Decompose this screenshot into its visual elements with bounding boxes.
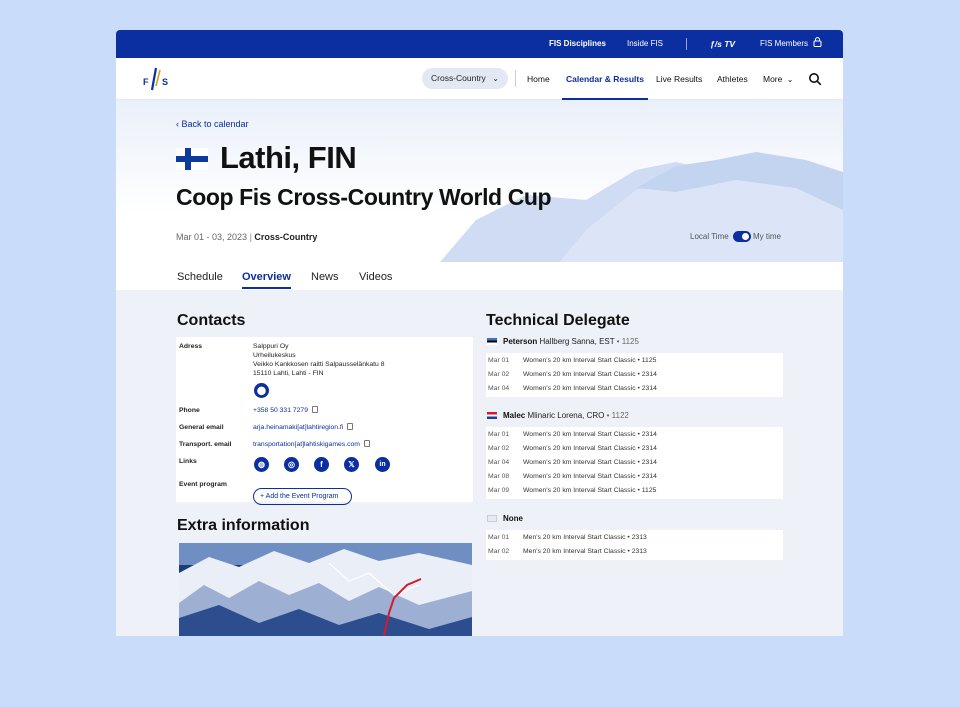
table-row: Mar 04 Women's 20 km Interval Start Class…: [488, 459, 657, 466]
transport-email-label: Transport. email: [179, 441, 232, 448]
back-to-calendar-link[interactable]: ‹ Back to calendar: [176, 119, 249, 129]
table-row: Mar 02 Women's 20 km Interval Start Class…: [488, 445, 657, 452]
svg-text:F: F: [143, 77, 149, 87]
chevron-down-icon: ⌄: [786, 75, 794, 84]
nav-more[interactable]: More ⌄: [763, 58, 793, 100]
event-program-label: Event program: [179, 481, 227, 488]
table-row: Mar 01 Women's 20 km Interval Start Class…: [488, 431, 657, 438]
main-nav: F S Cross-Country ⌄ Home Calendar & Resu…: [116, 58, 843, 100]
tab-news[interactable]: News: [311, 271, 339, 283]
delegate-peterson-table: Mar 01 Women's 20 km Interval Start Class…: [486, 353, 783, 397]
globe-icon[interactable]: ◍: [254, 457, 269, 472]
top-bar: FIS Disciplines Inside FIS ƒ/s TV FIS Me…: [116, 30, 843, 58]
tabs-bar: [116, 262, 843, 290]
event-title: Coop Fis Cross-Country World Cup: [176, 184, 552, 210]
general-email-label: General email: [179, 424, 224, 431]
add-event-program-button[interactable]: + Add the Event Program: [253, 488, 352, 505]
address-value: Salppuri Oy Urheilukeskus Veikko Kankkos…: [253, 343, 385, 377]
links-label: Links: [179, 458, 197, 465]
copy-icon[interactable]: [363, 440, 370, 447]
transport-email-value[interactable]: transportation[at]lahtiskigames.com: [253, 440, 370, 449]
inside-fis-link[interactable]: Inside FIS: [627, 30, 663, 58]
browser-window: FIS Disciplines Inside FIS ƒ/s TV FIS Me…: [116, 30, 843, 636]
chevron-down-icon: ⌄: [492, 74, 499, 83]
delegate-malec-table: Mar 01 Women's 20 km Interval Start Class…: [486, 427, 783, 499]
table-row: Mar 01 Men's 20 km Interval Start Classic…: [488, 534, 647, 541]
nav-live-results[interactable]: Live Results: [656, 58, 702, 100]
nav-home[interactable]: Home: [527, 58, 550, 100]
time-toggle[interactable]: [733, 231, 751, 242]
table-row: Mar 09 Women's 20 km Interval Start Class…: [488, 487, 657, 494]
tab-overview[interactable]: Overview: [242, 271, 291, 289]
x-icon[interactable]: 𝕏: [344, 457, 359, 472]
delegate-none: None: [487, 514, 523, 523]
fis-tv-link[interactable]: ƒ/s TV: [710, 30, 735, 58]
nav-divider: [515, 70, 516, 87]
croatia-flag-icon: [487, 412, 497, 419]
event-dates: Mar 01 - 03, 2023 | Cross-Country: [176, 232, 318, 242]
table-row: Mar 04 Women's 20 km Interval Start Class…: [488, 385, 657, 392]
delegate-none-table: Mar 01 Men's 20 km Interval Start Classic…: [486, 530, 783, 560]
map-pin-icon[interactable]: ⬤: [254, 383, 269, 398]
fis-members-link[interactable]: FIS Members: [760, 30, 822, 58]
nav-athletes[interactable]: Athletes: [717, 58, 748, 100]
my-time-label: My time: [753, 232, 781, 241]
local-time-label: Local Time: [690, 232, 729, 241]
technical-delegate-heading: Technical Delegate: [486, 312, 630, 329]
fis-tv-logo-icon: ƒ/s: [710, 39, 725, 49]
search-icon[interactable]: [808, 72, 822, 86]
instagram-icon[interactable]: ◎: [284, 457, 299, 472]
lock-icon: [813, 37, 822, 47]
fis-logo[interactable]: F S: [142, 66, 170, 92]
nav-calendar-results[interactable]: Calendar & Results: [562, 58, 648, 100]
placeholder-flag-icon: [487, 515, 497, 522]
estonia-flag-icon: [487, 338, 497, 345]
copy-icon[interactable]: [347, 423, 354, 430]
finland-flag-icon: [176, 148, 208, 170]
linkedin-icon[interactable]: in: [375, 457, 390, 472]
extra-information-heading: Extra information: [177, 517, 310, 534]
phone-label: Phone: [179, 407, 200, 414]
svg-text:S: S: [162, 77, 168, 87]
delegate-peterson: Peterson Hallberg Sanna, EST • 1125: [487, 337, 639, 346]
delegate-malec: Malec Mlinaric Lorena, CRO • 1122: [487, 411, 629, 420]
contacts-card: Adress Salppuri Oy Urheilukeskus Veikko …: [176, 337, 473, 505]
copy-icon[interactable]: [312, 406, 318, 413]
table-row: Mar 01 Women's 20 km Interval Start Class…: [488, 357, 657, 364]
discipline-select[interactable]: Cross-Country ⌄: [422, 68, 508, 89]
table-row: Mar 08 Women's 20 km Interval Start Class…: [488, 473, 657, 480]
event-location: Lathi, FIN: [220, 140, 357, 175]
fis-disciplines-link[interactable]: FIS Disciplines: [549, 30, 606, 58]
address-label: Adress: [179, 343, 203, 350]
general-email-value[interactable]: arja.heinamaki[at]lahtiregion.fi: [253, 423, 354, 432]
table-row: Mar 02 Women's 20 km Interval Start Class…: [488, 371, 657, 378]
phone-value[interactable]: +358 50 331 7279: [253, 406, 318, 415]
tab-schedule[interactable]: Schedule: [177, 271, 223, 283]
contacts-heading: Contacts: [177, 312, 246, 329]
topbar-divider: [686, 38, 687, 50]
tab-videos[interactable]: Videos: [359, 271, 392, 283]
facebook-icon[interactable]: f: [314, 457, 329, 472]
table-row: Mar 02 Men's 20 km Interval Start Classic…: [488, 548, 647, 555]
course-map-photo: [179, 543, 472, 636]
